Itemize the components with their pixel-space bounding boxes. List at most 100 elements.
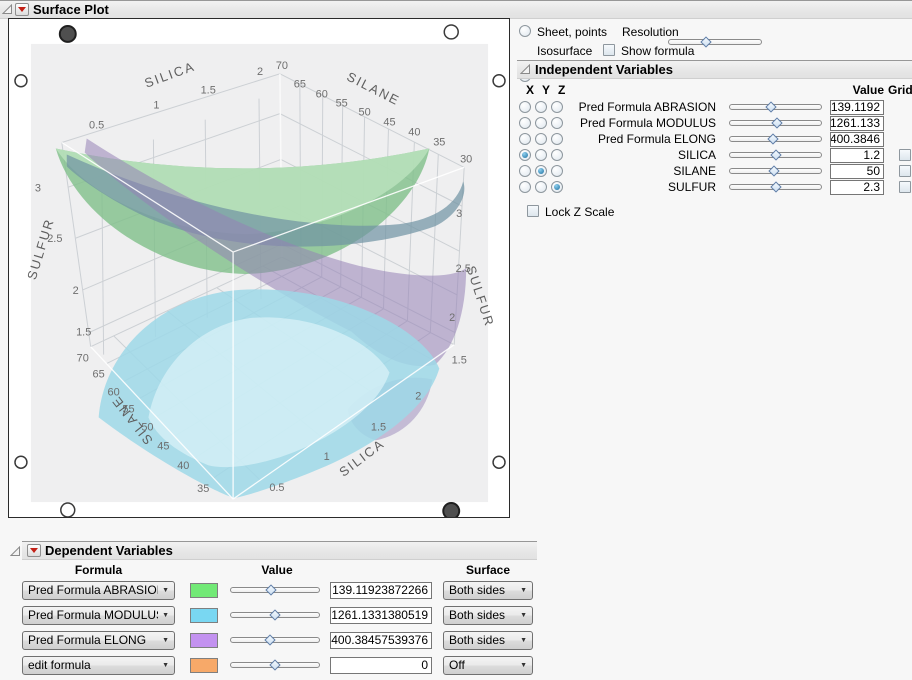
- value-slider[interactable]: [729, 164, 822, 178]
- y-radio[interactable]: [535, 101, 547, 113]
- x-radio[interactable]: [519, 133, 531, 145]
- value-field[interactable]: 139.1192: [830, 99, 884, 115]
- y-radio[interactable]: [535, 133, 547, 145]
- rotation-handle-filled[interactable]: [442, 502, 461, 517]
- x-radio[interactable]: [519, 181, 531, 193]
- value-slider[interactable]: [729, 132, 822, 146]
- svg-text:1.5: 1.5: [452, 355, 467, 367]
- dependent-variables-title: Dependent Variables: [45, 543, 173, 558]
- chevron-down-icon: ▼: [162, 661, 169, 669]
- svg-text:2: 2: [449, 312, 455, 324]
- disclosure-triangle-icon[interactable]: [10, 546, 21, 557]
- rotation-handle[interactable]: [492, 455, 506, 469]
- rotation-handle[interactable]: [492, 74, 506, 88]
- value-slider[interactable]: [729, 100, 822, 114]
- surface-dropdown-label: Both sides: [449, 633, 506, 647]
- grid-checkbox[interactable]: [899, 165, 911, 177]
- surface-dropdown[interactable]: Both sides ▼: [443, 605, 533, 625]
- x-radio[interactable]: [519, 101, 531, 113]
- value-field[interactable]: 1.2: [830, 147, 884, 163]
- value-slider[interactable]: [729, 148, 822, 162]
- surface-dropdown[interactable]: Both sides ▼: [443, 580, 533, 600]
- y-radio[interactable]: [535, 149, 547, 161]
- surface-color-swatch[interactable]: [190, 582, 218, 598]
- chevron-down-icon: ▼: [162, 636, 169, 644]
- formula-dropdown[interactable]: Pred Formula ELONG ▼: [22, 630, 175, 650]
- surface-dropdown[interactable]: Off ▼: [443, 655, 533, 675]
- surface-dropdown[interactable]: Both sides ▼: [443, 630, 533, 650]
- z-radio[interactable]: [551, 101, 563, 113]
- z-radio[interactable]: [551, 117, 563, 129]
- rotation-handle[interactable]: [443, 24, 459, 40]
- value-field[interactable]: 0: [330, 656, 432, 674]
- independent-row: SULFUR 2.3: [519, 179, 911, 195]
- value-field[interactable]: 1261.133: [830, 115, 884, 131]
- svg-text:1: 1: [324, 451, 330, 463]
- red-triangle-menu-button[interactable]: [15, 3, 29, 16]
- value-field[interactable]: 400.38457539376: [330, 631, 432, 649]
- value-slider[interactable]: [230, 583, 320, 597]
- x-radio[interactable]: [519, 149, 531, 161]
- rotation-handle[interactable]: [14, 455, 28, 469]
- variable-label: SULFUR: [667, 180, 716, 194]
- formula-dropdown[interactable]: edit formula ▼: [22, 655, 175, 675]
- y-radio[interactable]: [535, 181, 547, 193]
- svg-text:55: 55: [336, 98, 348, 110]
- svg-text:1.5: 1.5: [76, 327, 91, 339]
- svg-text:35: 35: [197, 483, 209, 495]
- value-field[interactable]: 50: [830, 163, 884, 179]
- grid-checkbox[interactable]: [899, 149, 911, 161]
- variable-label: Pred Formula ELONG: [597, 132, 716, 146]
- surface-plot-3d[interactable]: 0.5 1 1.5 2 70 65 60 55 50 45 40 35 30 3…: [8, 18, 510, 518]
- value-slider[interactable]: [230, 633, 320, 647]
- svg-text:70: 70: [276, 60, 288, 72]
- formula-dropdown-label: Pred Formula MODULUS: [28, 608, 159, 622]
- surface-plot-header: Surface Plot: [0, 0, 912, 19]
- svg-text:1.5: 1.5: [201, 85, 216, 97]
- surface-color-swatch[interactable]: [190, 657, 218, 673]
- grid-checkbox[interactable]: [899, 181, 911, 193]
- value-field[interactable]: 2.3: [830, 179, 884, 195]
- value-slider[interactable]: [230, 658, 320, 672]
- z-radio[interactable]: [551, 181, 563, 193]
- value-slider[interactable]: [230, 608, 320, 622]
- z-radio[interactable]: [551, 165, 563, 177]
- sheet-points-radio[interactable]: [519, 25, 531, 37]
- z-radio[interactable]: [551, 133, 563, 145]
- disclosure-triangle-icon[interactable]: [520, 64, 531, 75]
- y-radio[interactable]: [535, 165, 547, 177]
- lock-z-scale-checkbox[interactable]: [527, 205, 539, 217]
- value-field[interactable]: 400.3846: [830, 131, 884, 147]
- value-field[interactable]: 1261.1331380519: [330, 606, 432, 624]
- rotation-handle[interactable]: [14, 74, 28, 88]
- dependent-rows: Pred Formula ABRASION ▼ 139.11923872266 B…: [22, 580, 533, 680]
- surface-plot-window: Surface Plot 0.5 1 1.5 2 70 65 60 55 50 …: [0, 0, 912, 679]
- surface-color-swatch[interactable]: [190, 607, 218, 623]
- svg-text:40: 40: [408, 127, 420, 139]
- x-radio[interactable]: [519, 165, 531, 177]
- formula-dropdown[interactable]: Pred Formula ABRASION ▼: [22, 580, 175, 600]
- red-triangle-menu-button[interactable]: [27, 544, 41, 557]
- chevron-down-icon: ▼: [520, 586, 527, 594]
- svg-text:45: 45: [383, 117, 395, 129]
- chevron-down-icon: ▼: [520, 611, 527, 619]
- svg-text:40: 40: [177, 460, 189, 472]
- value-field[interactable]: 139.11923872266: [330, 581, 432, 599]
- value-slider[interactable]: [729, 180, 822, 194]
- independent-row: Pred Formula ABRASION 139.1192: [519, 99, 911, 115]
- formula-dropdown-label: edit formula: [28, 658, 91, 672]
- formula-dropdown[interactable]: Pred Formula MODULUS ▼: [22, 605, 175, 625]
- svg-text:0.5: 0.5: [269, 482, 284, 494]
- col-header-z: Z: [558, 83, 566, 97]
- rotation-handle-filled[interactable]: [58, 24, 77, 43]
- x-radio[interactable]: [519, 117, 531, 129]
- show-formula-checkbox[interactable]: [603, 44, 615, 56]
- surface-color-swatch[interactable]: [190, 632, 218, 648]
- rotation-handle[interactable]: [60, 502, 76, 517]
- value-slider[interactable]: [729, 116, 822, 130]
- variable-label: Pred Formula MODULUS: [579, 116, 716, 130]
- dependent-row: Pred Formula ELONG ▼ 400.38457539376 Both…: [22, 630, 533, 650]
- disclosure-triangle-icon[interactable]: [2, 4, 13, 15]
- z-radio[interactable]: [551, 149, 563, 161]
- y-radio[interactable]: [535, 117, 547, 129]
